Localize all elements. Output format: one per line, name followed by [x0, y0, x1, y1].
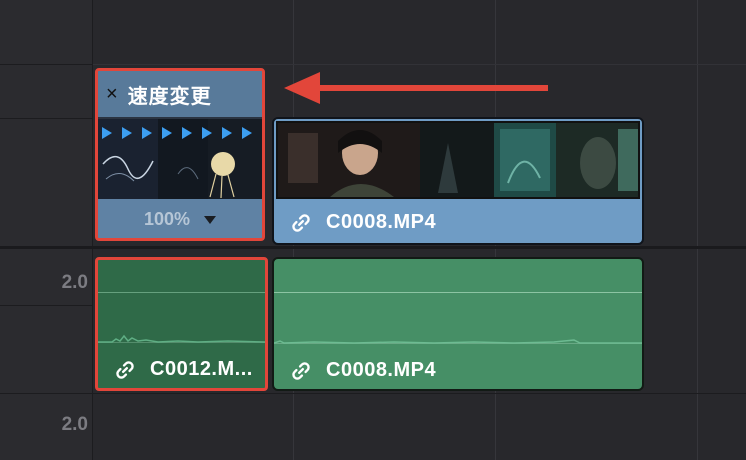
- annotation-arrow-icon: [284, 72, 548, 104]
- speed-clip-thumbnail: [98, 119, 262, 199]
- audio-waveform: [98, 334, 265, 343]
- speed-percent-value: 100%: [143, 208, 191, 229]
- audio-clip-name: C0012.M...: [150, 358, 253, 380]
- video-clip-name: C0008.MP4: [326, 211, 437, 233]
- video-clip-label: C0008.MP4: [290, 211, 436, 234]
- link-icon: [116, 360, 134, 379]
- speed-change-header: × 速度変更: [98, 71, 262, 119]
- speed-percent-dropdown[interactable]: 100%: [98, 199, 262, 238]
- audio-level-line: [274, 292, 642, 293]
- dropdown-triangle-icon: [204, 216, 217, 224]
- video-thumbnail-image: [278, 123, 638, 197]
- speed-change-clip[interactable]: × 速度変更 100%: [95, 68, 265, 241]
- close-icon[interactable]: ×: [106, 83, 118, 106]
- audio-track-level: 2.0: [61, 272, 88, 293]
- grid-line: [697, 0, 698, 460]
- header-divider: [0, 118, 92, 119]
- video-clip-c0008[interactable]: C0008.MP4: [272, 117, 644, 245]
- video-audio-separator: [0, 246, 746, 249]
- video-clip-thumbnail: [276, 121, 640, 199]
- header-divider: [0, 64, 92, 65]
- link-icon: [292, 213, 310, 232]
- audio-clip-c0008[interactable]: C0008.MP4: [272, 257, 644, 391]
- audio-clip-label: C0012.M...: [114, 358, 253, 381]
- link-icon: [292, 361, 310, 380]
- header-divider: [0, 393, 92, 394]
- audio-level-line: [98, 292, 265, 293]
- track-header-column: 2.0 2.0: [0, 0, 93, 460]
- header-divider: [0, 305, 92, 306]
- speed-change-label: 速度変更: [127, 85, 212, 108]
- row-divider: [93, 64, 746, 65]
- row-divider: [93, 393, 746, 394]
- audio-clip-c0012[interactable]: C0012.M...: [95, 257, 268, 391]
- audio-clip-label: C0008.MP4: [290, 359, 436, 382]
- audio-clip-name: C0008.MP4: [326, 359, 437, 381]
- audio-track-level: 2.0: [61, 414, 88, 435]
- speed-forward-icon: [102, 127, 252, 139]
- audio-waveform: [274, 339, 642, 344]
